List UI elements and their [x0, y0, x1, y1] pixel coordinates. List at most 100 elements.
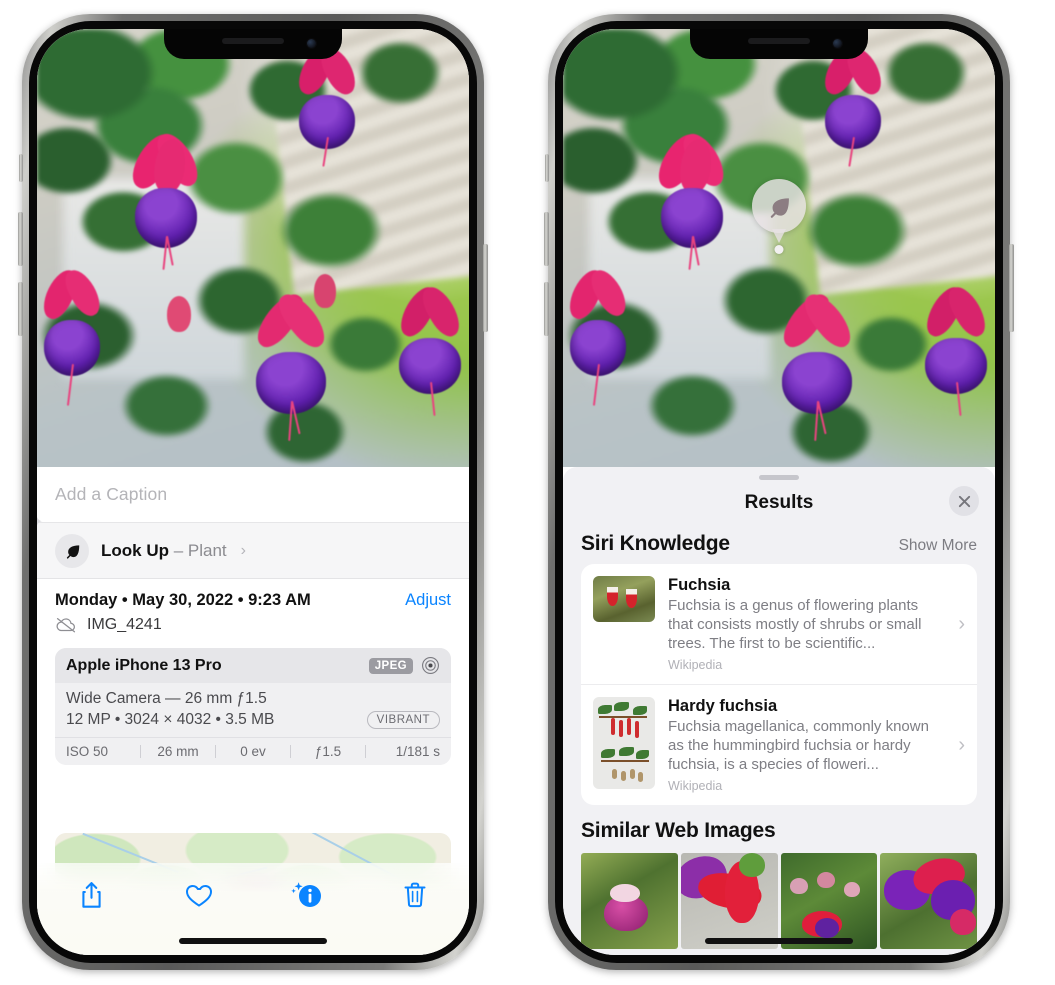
leaf-shape: [619, 747, 634, 756]
bud-shape: [817, 872, 836, 889]
flower-shape: [627, 718, 631, 735]
show-more-button[interactable]: Show More: [899, 537, 977, 555]
adjust-button[interactable]: Adjust: [405, 591, 451, 610]
knowledge-source: Wikipedia: [668, 658, 723, 672]
flower-shape: [611, 718, 615, 735]
filename: IMG_4241: [87, 616, 162, 633]
look-up-label: Look Up – Plant: [101, 540, 227, 560]
knowledge-description: Fuchsia is a genus of flowering plants t…: [668, 597, 922, 652]
exif-aperture: ƒ1.5: [314, 744, 342, 759]
list-item[interactable]: Hardy fuchsia Fuchsia magellanica, commo…: [581, 684, 977, 805]
photo-info-sheet: Add a Caption ✦ ✦ Look Up – Plant › Mond…: [37, 467, 469, 955]
mute-switch-left[interactable]: [19, 154, 23, 182]
notch-left: [164, 29, 342, 59]
fuchsia-bud: [309, 274, 341, 318]
photo-viewer[interactable]: [563, 29, 995, 467]
leaf-shape: [614, 702, 629, 711]
mute-switch-right[interactable]: [545, 154, 549, 182]
volume-up-button-left[interactable]: [18, 212, 23, 266]
chevron-right-icon: ›: [958, 733, 965, 756]
flower-shape: [619, 720, 623, 737]
fuchsia-bloom: [632, 127, 752, 270]
device-model: Apple iPhone 13 Pro: [66, 656, 222, 674]
leaf-shape: [633, 706, 647, 715]
knowledge-source: Wikipedia: [668, 779, 723, 793]
similar-images-strip[interactable]: [563, 853, 995, 949]
web-image-thumbnail[interactable]: [581, 853, 678, 949]
fuchsia-bloom: [37, 265, 124, 407]
flower-shape: [635, 721, 639, 738]
visual-lookup-badge[interactable]: [752, 179, 806, 254]
exif-focal: 26 mm: [157, 744, 199, 759]
caption-field[interactable]: Add a Caption: [37, 467, 469, 523]
caption-placeholder: Add a Caption: [55, 484, 168, 504]
corolla-shape: [815, 918, 840, 939]
earpiece-speaker: [748, 38, 810, 44]
earpiece-speaker: [222, 38, 284, 44]
badge-anchor-dot: [774, 245, 784, 254]
web-image-thumbnail[interactable]: [680, 853, 778, 949]
close-button[interactable]: [949, 486, 979, 516]
lens-info: Wide Camera — 26 mm ƒ1.5: [66, 690, 267, 707]
page-title: Results: [744, 492, 814, 513]
fuchsia-bloom: [753, 286, 881, 442]
fuchsia-bloom: [106, 127, 226, 270]
camera-metadata-card[interactable]: Apple iPhone 13 Pro JPEG Wide Camera — 2…: [55, 648, 451, 765]
results-header: Results: [563, 480, 995, 526]
knowledge-title: Hardy fuchsia: [668, 697, 778, 715]
results-sheet: Results Siri Knowledge Show More Fuchsia…: [563, 467, 995, 955]
filename-row: IMG_4241: [37, 612, 469, 644]
exif-shutter: 1/181 s: [395, 744, 440, 759]
bud-shape: [844, 881, 861, 897]
bud-shape: [621, 771, 626, 781]
photographic-style-badge: VIBRANT: [366, 711, 440, 729]
volume-down-button-right[interactable]: [544, 282, 549, 336]
bud-shape: [630, 769, 635, 779]
look-up-row[interactable]: ✦ ✦ Look Up – Plant ›: [37, 515, 469, 579]
home-indicator-left[interactable]: [179, 938, 327, 944]
volume-down-button-left[interactable]: [18, 282, 23, 336]
fuchsia-bloom: [900, 281, 995, 416]
fuchsia-bud: [162, 296, 196, 342]
screen-left: Add a Caption ✦ ✦ Look Up – Plant › Mond…: [37, 29, 469, 955]
branch-shape: [601, 760, 649, 762]
volume-up-button-right[interactable]: [544, 212, 549, 266]
screenshot-stage: Add a Caption ✦ ✦ Look Up – Plant › Mond…: [0, 0, 1055, 985]
notch-right: [690, 29, 868, 59]
badge-pointer: [772, 229, 786, 243]
leaf-shape: [598, 705, 612, 714]
section-title: Similar Web Images: [581, 819, 776, 842]
bud-shape: [638, 772, 643, 782]
fuchsia-bloom: [275, 42, 379, 168]
branch-shape: [599, 716, 647, 718]
petal-shape: [610, 883, 641, 902]
lens-icon: [421, 656, 440, 675]
knowledge-description: Fuchsia magellanica, commonly known as t…: [668, 718, 929, 773]
front-camera-icon: [307, 39, 316, 48]
home-indicator-right[interactable]: [705, 938, 853, 944]
delete-button[interactable]: [388, 875, 442, 915]
chevron-right-icon: ›: [240, 541, 246, 559]
info-button[interactable]: [280, 875, 334, 915]
power-button-right[interactable]: [1009, 244, 1014, 332]
iphone-left: Add a Caption ✦ ✦ Look Up – Plant › Mond…: [18, 14, 488, 970]
knowledge-thumbnail: [593, 576, 655, 622]
section-title: Siri Knowledge: [581, 532, 730, 555]
web-image-thumbnail[interactable]: [780, 853, 878, 949]
share-button[interactable]: [64, 875, 118, 915]
fuchsia-bloom: [374, 281, 469, 416]
fuchsia-bloom: [563, 265, 650, 407]
list-item[interactable]: Fuchsia Fuchsia is a genus of flowering …: [581, 564, 977, 684]
knowledge-thumbnail: [593, 697, 655, 789]
format-badge: JPEG: [368, 657, 413, 674]
siri-knowledge-header: Siri Knowledge Show More: [563, 526, 995, 564]
leaf-icon: [55, 533, 89, 568]
exif-row: ISO 50 26 mm 0 ev ƒ1.5 1/181 s: [55, 737, 451, 765]
power-button-left[interactable]: [483, 244, 488, 332]
favorite-button[interactable]: [172, 875, 226, 915]
knowledge-title: Fuchsia: [668, 576, 731, 594]
sparkle-icon: ✦: [37, 515, 43, 531]
web-image-thumbnail[interactable]: [880, 853, 977, 949]
photo-viewer[interactable]: [37, 29, 469, 467]
metadata-header: Apple iPhone 13 Pro JPEG: [55, 648, 451, 683]
